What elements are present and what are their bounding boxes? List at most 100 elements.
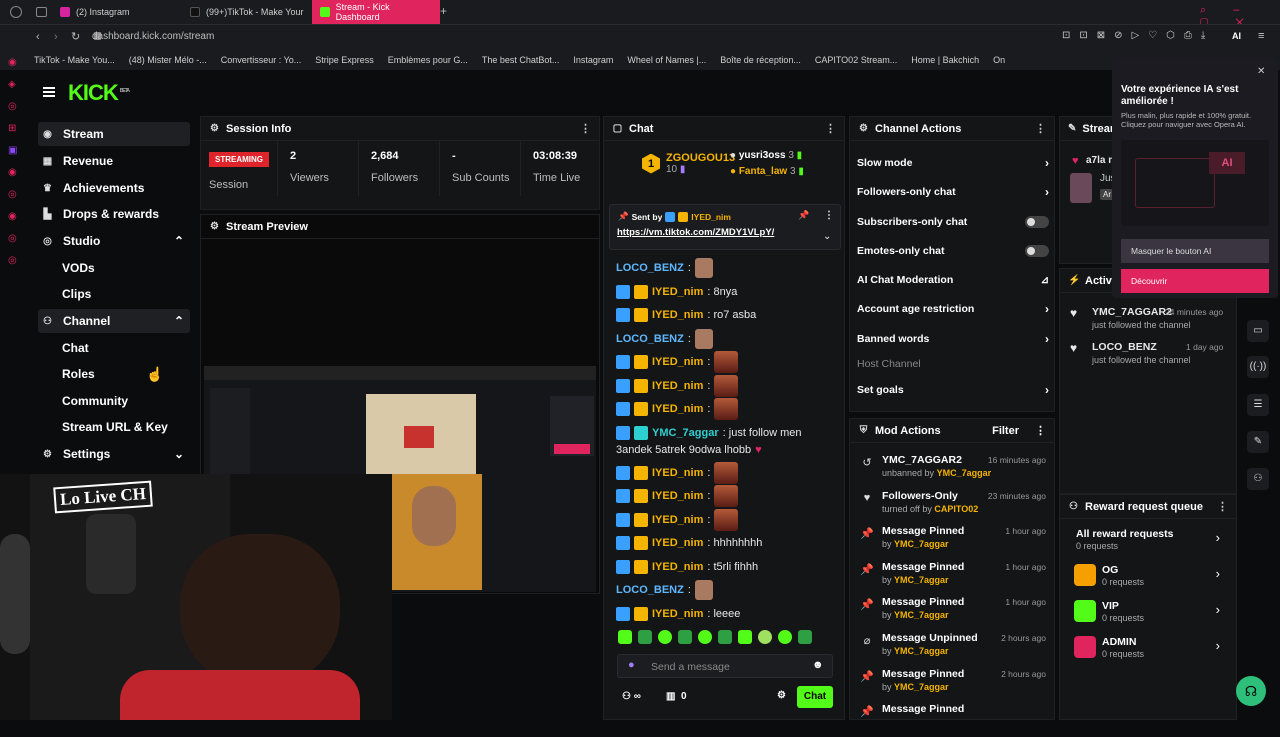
bookmark-item[interactable]: Convertisseur : Yo... <box>221 55 302 65</box>
nav-drops-rewards[interactable]: ▙ Drops & rewards <box>38 202 190 226</box>
more-icon[interactable]: ⋮ <box>1035 122 1046 135</box>
mouse-cursor-icon: ☝ <box>146 366 164 382</box>
emoji-icon[interactable]: ☻ <box>812 659 824 671</box>
url-field[interactable]: dashboard.kick.com/stream <box>92 31 214 42</box>
back-icon[interactable]: ‹ <box>36 31 40 43</box>
bookmark-item[interactable]: On <box>993 55 1005 65</box>
tab-instagram[interactable]: (2) Instagram <box>52 0 182 24</box>
pinned-link[interactable]: https://vm.tiktok.com/ZMDY1VLpY/ <box>617 227 774 238</box>
bookmark-item[interactable]: TikTok - Make You... <box>34 55 115 65</box>
channel-action-item[interactable]: Subscribers-only chat <box>857 213 1049 231</box>
chart-icon[interactable]: ⊿ <box>1041 275 1049 286</box>
close-icon[interactable]: ✕ <box>1257 66 1265 77</box>
bookmark-item[interactable]: CAPITO02 Stream... <box>815 55 897 65</box>
channel-action-item[interactable]: Set goals › <box>857 381 1049 399</box>
nav-clips[interactable]: Clips <box>38 282 190 306</box>
bookmark-item[interactable]: The best ChatBot... <box>482 55 560 65</box>
chevron-up-icon: ⌃ <box>173 234 184 248</box>
support-icon[interactable]: ☊ <box>1236 676 1266 706</box>
ai-button[interactable]: AI <box>1232 31 1241 41</box>
toolbar-icons[interactable]: ⊡⊡⊠⊘▷♡⬡⎙⤓ <box>1062 30 1214 41</box>
channel-action-item[interactable]: Slow mode › <box>857 154 1049 172</box>
kick-badge-icon <box>616 308 630 322</box>
wrench-icon[interactable]: ✎ <box>1247 431 1269 453</box>
mic-icon[interactable]: ● <box>628 659 635 671</box>
infinity-icon[interactable]: ⚇ ∞ <box>622 691 641 702</box>
bookmark-item[interactable]: (48) Mister Mélo -... <box>129 55 207 65</box>
chat-bubble-icon[interactable]: ▭ <box>1247 320 1269 342</box>
nav-achievements[interactable]: ♛ Achievements <box>38 176 190 200</box>
broadcast-icon[interactable]: ((·)) <box>1247 356 1269 378</box>
tab-tiktok[interactable]: (99+)TikTok - Make Your <box>182 0 312 24</box>
nav-revenue[interactable]: ▦ Revenue <box>38 149 190 173</box>
toggle-switch[interactable] <box>1025 245 1049 257</box>
channel-action-item[interactable]: AI Chat Moderation ⊿ <box>857 271 1049 289</box>
new-tab-icon[interactable]: + <box>440 4 447 18</box>
filter-button[interactable]: Filter <box>992 425 1019 437</box>
users-icon[interactable]: ⚇ <box>1247 468 1269 490</box>
message-input[interactable]: ● Send a message ☻ <box>617 654 833 678</box>
mod-action-item: 📌 Message Pinned by YMC_7aggar 1 hour ago <box>860 525 1046 550</box>
window-icon[interactable] <box>10 6 22 18</box>
bookmark-item[interactable]: Emblèmes pour G... <box>388 55 468 65</box>
more-icon[interactable]: ⋮ <box>1217 500 1228 513</box>
chat-message: IYED_nim: hhhhhhhh <box>616 533 762 553</box>
bolt-icon: ⚡ <box>1068 275 1081 286</box>
heart-icon: ♥ <box>1072 155 1079 167</box>
nav-channel[interactable]: ⚇ Channel ⌃ <box>38 309 190 333</box>
crown-badge-icon <box>634 512 648 527</box>
reload-icon[interactable]: ↻ <box>71 30 80 43</box>
emote <box>694 258 713 278</box>
nav-chat[interactable]: Chat <box>38 336 190 360</box>
settings-icon[interactable]: ⚙ <box>777 690 786 701</box>
bookmark-item[interactable]: Instagram <box>573 55 613 65</box>
unpin-icon[interactable]: 📌 <box>798 210 809 221</box>
menu-icon[interactable]: ≡ <box>1258 30 1264 42</box>
mod-action-item: 📌 Message Pinned by YMC_7aggar 1 hour ago <box>860 560 1046 585</box>
more-icon[interactable]: ⋮ <box>580 122 591 135</box>
nav-stream-url-key[interactable]: Stream URL & Key <box>38 415 190 439</box>
forward-icon[interactable]: › <box>54 31 58 43</box>
reward-queue-item[interactable]: VIP 0 requests › <box>1074 600 1224 630</box>
more-icon[interactable]: ⋮ <box>825 122 836 135</box>
nav-vods[interactable]: VODs <box>38 256 190 280</box>
pinned-message[interactable]: 📌 Sent by IYED_nim https://vm.tiktok.com/Z… <box>609 204 841 250</box>
chevron-down-icon[interactable]: ⌄ <box>823 231 831 242</box>
tabs-icon[interactable] <box>36 7 47 17</box>
emote-bar[interactable] <box>618 630 834 646</box>
discover-button[interactable]: Découvrir <box>1121 269 1269 293</box>
reward-queue-item[interactable]: OG 0 requests › <box>1074 564 1224 594</box>
channel-action-item[interactable]: Banned words › <box>857 330 1049 348</box>
chat-message: LOCO_BENZ: <box>616 258 713 278</box>
channel-action-item[interactable]: Emotes-only chat <box>857 242 1049 260</box>
chat-send-button[interactable]: Chat <box>797 686 833 708</box>
nav-studio[interactable]: ◎ Studio ⌃ <box>38 229 190 253</box>
nav-settings[interactable]: ⚙ Settings ⌄ <box>38 442 190 466</box>
kick-badge-icon <box>616 465 630 480</box>
bookmark-item[interactable]: Boîte de réception... <box>720 55 801 65</box>
rank-badge: 1 <box>642 153 660 174</box>
bookmark-item[interactable]: Wheel of Names |... <box>627 55 706 65</box>
trophy-icon: ♛ <box>43 182 52 194</box>
channel-action-item[interactable]: Account age restriction › <box>857 300 1049 318</box>
bookmark-item[interactable]: Home | Bakchich <box>911 55 979 65</box>
broadcast-icon: ◉ <box>43 128 52 140</box>
hide-ai-button[interactable]: Masquer le bouton AI <box>1121 239 1269 263</box>
og-badge-icon <box>634 425 648 440</box>
nav-roles[interactable]: Roles <box>38 362 190 386</box>
reward-queue-item[interactable]: ADMIN 0 requests › <box>1074 636 1224 666</box>
reward-queue-item[interactable]: All reward requests 0 requests › <box>1074 528 1224 558</box>
tab-kick-dashboard[interactable]: Stream - Kick Dashboard <box>312 0 440 24</box>
list-icon[interactable]: ☰ <box>1247 394 1269 416</box>
chat-message: LOCO_BENZ: <box>616 328 713 349</box>
nav-community[interactable]: Community <box>38 389 190 413</box>
channel-action-item[interactable]: Followers-only chat › <box>857 183 1049 201</box>
nav-stream[interactable]: ◉ Stream <box>38 122 190 146</box>
chevron-right-icon: › <box>1045 185 1049 199</box>
more-icon[interactable]: ⋮ <box>824 210 834 221</box>
bookmark-item[interactable]: Stripe Express <box>315 55 374 65</box>
toggle-switch[interactable] <box>1025 216 1049 228</box>
more-icon[interactable]: ⋮ <box>1035 424 1046 437</box>
sidebar-app-icons[interactable]: ◉ ◈ ◎ ⊞ ▣ ◉ ◎ ◉ ◎ ◎ <box>8 52 20 272</box>
chevron-right-icon: › <box>1045 302 1049 316</box>
